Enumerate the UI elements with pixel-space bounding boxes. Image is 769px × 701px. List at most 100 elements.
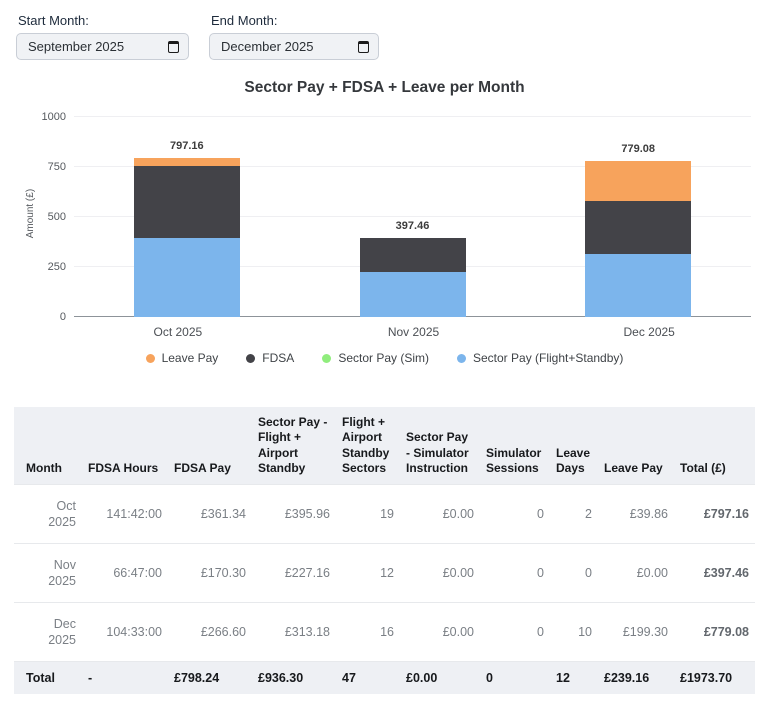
y-tick-label: 1000 — [41, 111, 66, 123]
legend-swatch — [145, 353, 155, 363]
table-header-cell: Month — [14, 407, 82, 485]
table-row: Oct 2025 141:42:00 £361.34 £395.96 19 £0.00 0 2… — [14, 485, 755, 544]
calendar-icon — [168, 40, 179, 53]
x-axis-label: Nov 2025 — [387, 325, 440, 339]
stacked-bar[interactable] — [133, 157, 240, 317]
y-tick-label: 750 — [47, 161, 66, 173]
table-cell: £170.30 — [200, 566, 246, 581]
table-cell: £0.00 — [442, 625, 474, 640]
table-cell: 12 — [380, 566, 394, 581]
start-month-value: September 2025 — [28, 39, 125, 54]
bar-segment[interactable] — [585, 161, 692, 202]
x-axis-label: Oct 2025 — [153, 325, 203, 339]
bar-segment[interactable] — [585, 254, 692, 317]
table-cell: 10 — [578, 625, 592, 640]
table-cell: £361.34 — [200, 507, 246, 522]
table-cell: £395.96 — [284, 507, 330, 522]
legend-label: Sector Pay (Sim) — [338, 351, 429, 365]
table-cell: 0 — [537, 625, 544, 640]
total-row-cell: £239.16 — [598, 661, 674, 695]
legend-item[interactable]: Sector Pay (Sim) — [322, 351, 429, 365]
total-row-cell: £1973.70 — [674, 661, 755, 695]
table-cell: £0.00 — [636, 566, 668, 581]
bar-slot: 797.16 — [74, 117, 300, 317]
chart-legend: Leave Pay FDSA Sector Pay (Sim) Sector Pay … — [0, 351, 769, 365]
table-cell: £0.00 — [442, 566, 474, 581]
bars-container: 797.16 397.46 779.08 — [74, 117, 751, 317]
stacked-bar[interactable] — [585, 161, 692, 317]
table-cell: £199.30 — [622, 625, 668, 640]
legend-item[interactable]: Sector Pay (Flight+Standby) — [457, 351, 623, 365]
stacked-bar-chart: Amount (£) 797.16 397.46 779.08 0 250 500 750… — [14, 111, 753, 323]
end-month-input[interactable]: December 2025 — [209, 33, 379, 60]
bar-segment[interactable] — [359, 237, 466, 272]
legend-swatch — [322, 353, 332, 363]
total-row-cell: 0 — [480, 661, 550, 695]
legend-item[interactable]: FDSA — [246, 351, 294, 365]
total-row-cell: Total — [14, 661, 82, 695]
legend-label: FDSA — [262, 351, 295, 365]
legend-label: Leave Pay — [161, 351, 219, 365]
start-month-field: Start Month: September 2025 — [16, 13, 189, 60]
table-cell: Dec 2025 — [48, 617, 76, 648]
bar-value-label: 797.16 — [170, 139, 204, 152]
table-cell: £397.46 — [703, 566, 749, 581]
bar-segment[interactable] — [133, 157, 240, 166]
table-cell: 19 — [380, 507, 394, 522]
table-cell: 0 — [537, 566, 544, 581]
table-row: Nov 2025 66:47:00 £170.30 £227.16 12 £0.00 0 0 £… — [14, 544, 755, 603]
bar-segment[interactable] — [359, 271, 466, 317]
legend-swatch — [457, 353, 466, 363]
table-cell: Nov 2025 — [48, 558, 76, 589]
table-cell: 0 — [537, 507, 544, 522]
total-row-cell: - — [82, 661, 168, 695]
bar-value-label: 397.46 — [395, 219, 430, 232]
table-cell: 66:47:00 — [113, 566, 162, 581]
start-month-input[interactable]: September 2025 — [16, 33, 189, 60]
bar-value-label: 779.08 — [621, 143, 655, 156]
end-month-value: December 2025 — [221, 39, 314, 54]
bar-slot: 779.08 — [525, 117, 751, 317]
table-header-cell: Leave Pay — [598, 407, 674, 485]
table-cell: 104:33:00 — [106, 625, 162, 640]
end-month-field: End Month: December 2025 — [209, 13, 379, 60]
table-cell: 0 — [585, 566, 592, 581]
table-cell: £266.60 — [200, 625, 246, 640]
chart-title: Sector Pay + FDSA + Leave per Month — [244, 79, 525, 96]
table-header-cell: Simulator Sessions — [480, 407, 550, 485]
total-row-cell: £936.30 — [252, 661, 336, 695]
total-row-cell: 47 — [336, 661, 400, 695]
legend-swatch — [246, 353, 256, 363]
end-month-label: End Month: — [211, 13, 278, 28]
x-axis-labels: Oct 2025 Nov 2025 Dec 2025 — [60, 325, 767, 339]
bar-segment[interactable] — [585, 201, 692, 255]
start-month-label: Start Month: — [18, 13, 89, 28]
table-header-cell: Flight + Airport Standby Sectors — [336, 407, 400, 485]
table-header-cell: Sector Pay - Simulator Instruction — [400, 407, 480, 485]
table-cell: £0.00 — [442, 507, 474, 522]
stacked-bar[interactable] — [359, 237, 466, 317]
table-cell: 141:42:00 — [106, 507, 162, 522]
legend-label: Sector Pay (Flight+Standby) — [473, 351, 624, 365]
table-header-cell: Leave Days — [550, 407, 598, 485]
y-axis-label: Amount (£) — [25, 188, 37, 239]
y-tick-label: 250 — [47, 261, 66, 273]
y-tick-label: 0 — [59, 311, 66, 323]
table-total-row: Total - £798.24 £936.30 47 £0.00 0 12 £239.16 £19… — [14, 661, 755, 695]
legend-item[interactable]: Leave Pay — [145, 351, 219, 365]
table-cell: £797.16 — [703, 507, 749, 522]
bar-slot: 397.46 — [300, 117, 526, 317]
table-cell: £39.86 — [629, 507, 668, 522]
table-header-cell: Sector Pay - Flight + Airport Standby — [252, 407, 336, 485]
table-header-cell: FDSA Pay — [168, 407, 252, 485]
table-cell: Oct 2025 — [48, 499, 76, 530]
table-header-cell: Total (£) — [674, 407, 755, 485]
total-row-cell: £798.24 — [168, 661, 252, 695]
date-range-controls: Start Month: September 2025 End Month: D… — [0, 0, 769, 60]
results-table: Month FDSA Hours FDSA Pay Sector Pay - Flig… — [14, 407, 755, 695]
bar-segment[interactable] — [133, 237, 240, 317]
total-row-cell: 12 — [550, 661, 598, 695]
bar-segment[interactable] — [133, 165, 240, 238]
chart-plot-area: 797.16 397.46 779.08 — [74, 116, 751, 317]
y-tick-label: 500 — [47, 211, 66, 223]
